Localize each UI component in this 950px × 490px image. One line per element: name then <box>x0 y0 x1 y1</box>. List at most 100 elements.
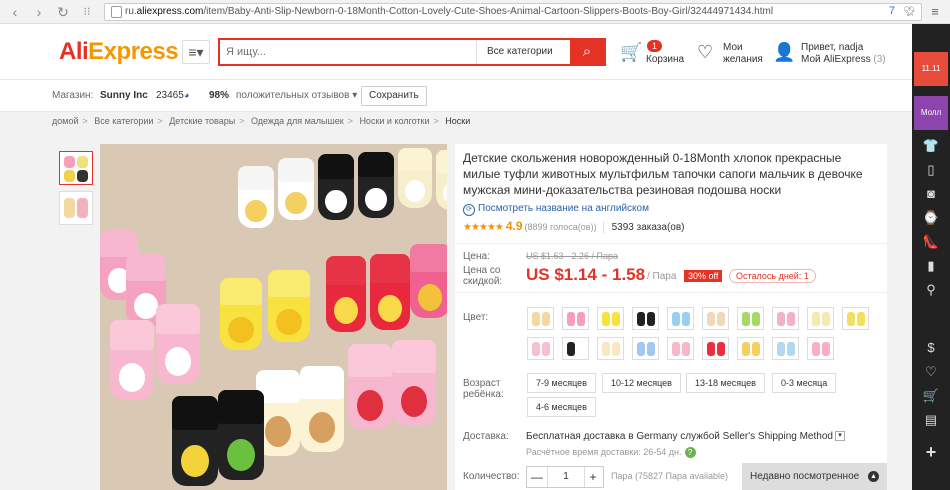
color-swatch[interactable] <box>527 337 554 360</box>
breadcrumb-baby-girl[interactable]: Одежда для малышек <box>251 116 344 126</box>
product-main-image[interactable] <box>100 144 447 490</box>
bottle-icon[interactable]: ▮ <box>912 258 950 274</box>
color-swatch[interactable] <box>807 337 834 360</box>
color-swatch[interactable] <box>772 337 799 360</box>
size-option[interactable]: 13-18 месяцев <box>686 373 765 393</box>
lock-icon <box>111 6 122 18</box>
discount-price-label-2: скидкой: <box>463 276 503 287</box>
pocket-icon[interactable]: ♡ <box>900 3 918 21</box>
product-info: Детские скольжения новорожденный 0-18Mon… <box>455 144 887 490</box>
quantity-plus-button[interactable]: + <box>583 467 603 487</box>
color-swatch[interactable] <box>842 307 869 330</box>
search-input[interactable] <box>220 40 475 64</box>
color-swatch[interactable] <box>562 337 589 360</box>
color-swatch[interactable] <box>702 337 729 360</box>
site-header: AliExpress ≡▾ Все категории ⌕ 🛒 1 Корзин… <box>0 24 912 80</box>
quantity-input[interactable]: 1 <box>547 467 585 487</box>
heart-icon[interactable]: ♡ <box>912 364 950 380</box>
breadcrumb-socks: Носки <box>445 116 471 126</box>
color-swatch[interactable] <box>597 337 624 360</box>
greeting: Привет, nadja <box>801 42 864 53</box>
mall-banner[interactable]: Молл <box>914 96 948 130</box>
color-swatch[interactable] <box>527 307 554 330</box>
translate-title-link[interactable]: ⟳ Посмотреть название на английском <box>463 203 649 216</box>
cart-icon: 🛒 <box>620 42 643 62</box>
color-swatch[interactable] <box>667 307 694 330</box>
breadcrumb: домой > Все категории > Детские товары > Од… <box>0 112 912 130</box>
cart-link[interactable]: 🛒 1 Корзина <box>620 40 690 70</box>
address-bar[interactable]: ru.aliexpress.com/item/Baby-Anti-Slip-Ne… <box>104 3 922 21</box>
browser-toolbar: ‹ › ↻ ⁝⁝ ru.aliexpress.com/item/Baby-Ant… <box>0 0 950 24</box>
apps-grid-icon[interactable]: ⁝⁝ <box>78 3 96 21</box>
url-text: ru.aliexpress.com/item/Baby-Anti-Slip-Ne… <box>125 6 774 17</box>
discount-price: US $1.14 - 1.58 <box>526 265 646 284</box>
account-link[interactable]: 👤 Привет, nadja Мой AliExpress (3) <box>773 40 903 70</box>
shipping-country[interactable]: Germany <box>636 431 677 442</box>
promo-banner-1111[interactable]: 11.11 <box>914 52 948 86</box>
reload-icon[interactable]: ↻ <box>54 3 72 21</box>
user-icon: 👤 <box>773 42 796 62</box>
color-swatch[interactable] <box>562 307 589 330</box>
price-box: Цена: US $1.63 - 2.26 / Пара Цена со ски… <box>455 243 887 293</box>
product-thumbnail-2[interactable] <box>59 191 93 225</box>
help-icon[interactable]: ? <box>684 447 696 458</box>
save-store-button[interactable]: Сохранить <box>361 86 427 106</box>
menu-icon[interactable]: ≡ <box>926 3 944 21</box>
color-swatch[interactable] <box>667 337 694 360</box>
clothing-icon[interactable]: 👕 <box>912 138 950 154</box>
my-aliexpress-text: Мой AliExpress <box>801 54 871 65</box>
watch-icon[interactable]: ⌚ <box>912 210 950 226</box>
phone-icon[interactable]: ▯ <box>912 162 950 178</box>
color-swatch[interactable] <box>632 337 659 360</box>
coupon-icon[interactable]: $ <box>912 340 950 355</box>
wishlist-link[interactable]: ♡ Мои желания <box>697 40 767 70</box>
color-swatch[interactable] <box>597 307 624 330</box>
camera-icon[interactable]: ◙ <box>912 186 950 201</box>
rating-score: 4.9 <box>505 219 523 233</box>
positive-label[interactable]: положительных отзывов ▾ <box>236 90 357 101</box>
recently-viewed-bar[interactable]: Недавно посмотренное ▲ <box>742 463 887 490</box>
back-arrow-icon[interactable]: ‹ <box>6 3 24 21</box>
age-label-1: Возраст <box>463 378 501 389</box>
shoe-icon[interactable]: 👠 <box>912 234 950 250</box>
categories-menu-button[interactable]: ≡▾ <box>182 40 210 64</box>
size-option[interactable]: 10-12 месяцев <box>602 373 681 393</box>
days-left-badge: Осталось дней: 1 <box>729 269 816 283</box>
clipboard-icon[interactable]: ▤ <box>912 412 950 428</box>
quantity-minus-button[interactable]: — <box>527 467 547 487</box>
color-swatch[interactable] <box>807 307 834 330</box>
translate-icon: ⟳ <box>463 204 475 216</box>
color-swatch[interactable] <box>737 337 764 360</box>
free-shipping-text: Бесплатная доставка <box>526 431 626 442</box>
plus-icon[interactable]: + <box>912 442 950 463</box>
color-swatch[interactable] <box>632 307 659 330</box>
size-option[interactable]: 7-9 месяцев <box>527 373 596 393</box>
shipping-service: службой Seller's Shipping Method <box>680 431 833 442</box>
shield-icon[interactable]: 7 <box>889 5 895 17</box>
color-swatch[interactable] <box>772 307 799 330</box>
color-label: Цвет: <box>463 312 489 323</box>
store-name[interactable]: Sunny Inc <box>100 90 148 101</box>
search-button[interactable]: ⌕ <box>570 40 604 64</box>
cart-icon[interactable]: 🛒 <box>912 388 950 404</box>
size-option[interactable]: 4-6 месяцев <box>527 397 596 417</box>
forward-arrow-icon[interactable]: › <box>30 3 48 21</box>
color-swatch[interactable] <box>702 307 729 330</box>
map-pin-icon[interactable]: ⚲ <box>912 282 950 298</box>
product-thumbnail-1[interactable] <box>59 151 93 185</box>
price-label: Цена: <box>463 251 490 262</box>
search-form: Все категории ⌕ <box>218 38 606 66</box>
product-title: Детские скольжения новорожденный 0-18Mon… <box>463 151 863 197</box>
breadcrumb-socks-tights[interactable]: Носки и колготки <box>359 116 429 126</box>
breadcrumb-home[interactable]: домой <box>52 116 78 126</box>
rating-votes[interactable]: (8899 голоса(ов)) <box>525 222 597 232</box>
aliexpress-logo[interactable]: AliExpress <box>59 38 179 66</box>
discount-badge: 30% off <box>684 270 723 282</box>
size-option[interactable]: 0-3 месяца <box>772 373 837 393</box>
my-aliexpress-label: Мой AliExpress (3) <box>801 54 886 65</box>
breadcrumb-kids[interactable]: Детские товары <box>169 116 235 126</box>
shipping-dropdown-icon[interactable]: ▾ <box>834 431 845 442</box>
breadcrumb-all-categories[interactable]: Все категории <box>94 116 153 126</box>
color-swatch[interactable] <box>737 307 764 330</box>
search-category-select[interactable]: Все категории <box>476 40 572 64</box>
